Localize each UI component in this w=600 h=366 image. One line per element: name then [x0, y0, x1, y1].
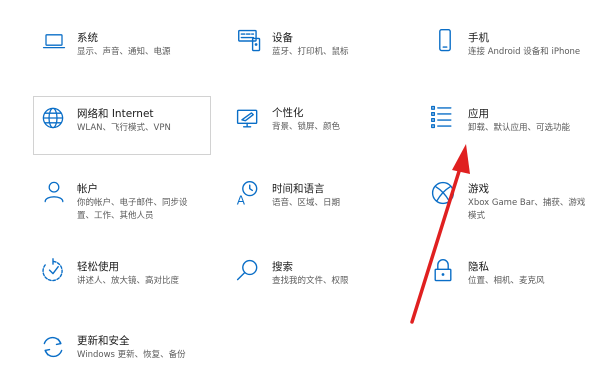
- tile-privacy[interactable]: 隐私 位置、相机、麦克风: [430, 258, 590, 298]
- tile-devices[interactable]: 设备 蓝牙、打印机、鼠标: [235, 28, 395, 68]
- tile-apps[interactable]: 应用 卸载、默认应用、可选功能: [430, 104, 590, 144]
- tile-ease-of-access[interactable]: 轻松使用 讲述人、放大镜、高对比度: [40, 258, 200, 298]
- ease-of-access-icon: [42, 258, 63, 282]
- tile-description: 位置、相机、麦克风: [468, 276, 545, 286]
- tile-title: 隐私: [468, 261, 489, 273]
- tile-description: 连接 Android 设备和 iPhone: [468, 47, 581, 57]
- tile-search[interactable]: 搜索 查找我的文件、权限: [235, 258, 395, 298]
- tile-description: 语音、区域、日期: [272, 198, 341, 208]
- tile-title: 网络和 Internet: [77, 108, 154, 120]
- tile-description: 显示、声音、通知、电源: [77, 47, 171, 57]
- globe-icon: [42, 107, 64, 129]
- tile-title: 应用: [468, 108, 489, 120]
- tile-update-security[interactable]: 更新和安全 Windows 更新、恢复、备份: [40, 334, 205, 364]
- tile-personalization[interactable]: 个性化 背景、锁屏、颜色: [235, 104, 395, 144]
- tile-description: 背景、锁屏、颜色: [272, 122, 341, 132]
- tile-title: 设备: [272, 32, 293, 44]
- tile-description: 卸载、默认应用、可选功能: [468, 123, 571, 133]
- laptop-icon: [42, 34, 66, 49]
- search-icon: [236, 259, 258, 281]
- tile-phone[interactable]: 手机 连接 Android 设备和 iPhone: [430, 28, 590, 68]
- person-icon: [44, 181, 64, 203]
- tile-description: WLAN、飞行模式、VPN: [77, 123, 171, 133]
- xbox-icon: [431, 181, 455, 205]
- tile-time-language[interactable]: A 时间和语言 语音、区域、日期: [235, 180, 395, 220]
- tile-network[interactable]: 网络和 Internet WLAN、飞行模式、VPN: [33, 96, 211, 155]
- lock-icon: [434, 259, 452, 282]
- tile-title: 游戏: [468, 183, 489, 195]
- tile-description: Windows 更新、恢复、备份: [77, 350, 186, 360]
- phone-icon: [439, 29, 451, 52]
- tile-title: 轻松使用: [77, 261, 119, 273]
- tile-title: 帐户: [77, 183, 98, 195]
- tile-title: 更新和安全: [77, 335, 130, 347]
- tile-title: 手机: [468, 32, 489, 44]
- tile-title: 个性化: [272, 107, 304, 119]
- devices-icon: [238, 29, 261, 52]
- svg-text:A: A: [237, 193, 246, 207]
- tile-title: 时间和语言: [272, 183, 325, 195]
- tile-description: 查找我的文件、权限: [272, 276, 349, 286]
- apps-list-icon: [431, 105, 452, 129]
- tile-title: 系统: [77, 32, 98, 44]
- personalization-icon: [236, 109, 258, 128]
- sync-icon: [43, 336, 63, 358]
- tile-gaming[interactable]: 游戏 Xbox Game Bar、捕获、游戏模式: [430, 180, 595, 224]
- tile-description: 蓝牙、打印机、鼠标: [272, 47, 349, 57]
- tile-accounts[interactable]: 帐户 你的帐户、电子邮件、同步设置、工作、其他人员: [40, 180, 200, 224]
- tile-system[interactable]: 系统 显示、声音、通知、电源: [40, 28, 200, 68]
- tile-description: 你的帐户、电子邮件、同步设置、工作、其他人员: [77, 198, 188, 221]
- tile-description: Xbox Game Bar、捕获、游戏模式: [468, 198, 586, 221]
- time-language-icon: A: [237, 181, 258, 207]
- tile-title: 搜索: [272, 261, 293, 273]
- tile-description: 讲述人、放大镜、高对比度: [77, 276, 180, 286]
